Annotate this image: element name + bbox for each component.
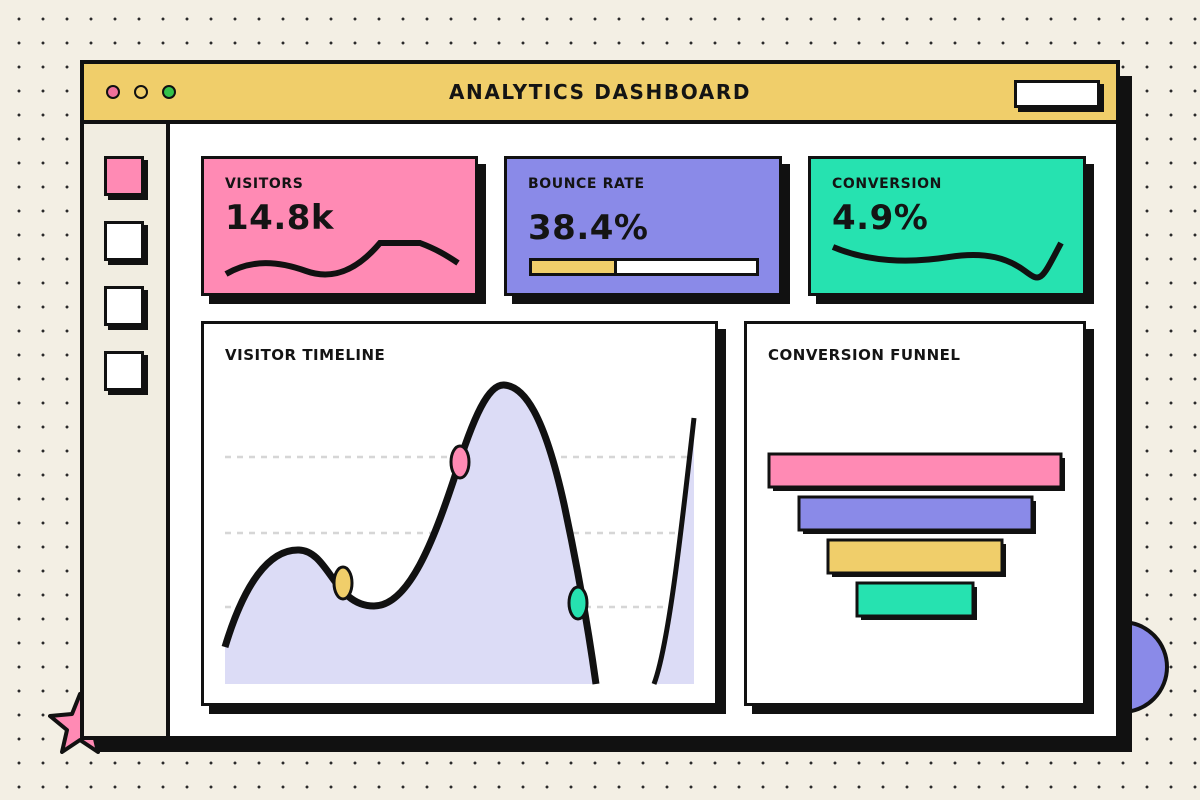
bounce-rate-progress-fill (532, 261, 618, 273)
visitors-card[interactable]: VISITORS 14.8k (201, 156, 478, 296)
sidebar-item-3[interactable] (104, 286, 144, 326)
visitors-sparkline (224, 240, 460, 278)
sidebar (84, 124, 170, 736)
title-bar: ANALYTICS DASHBOARD (84, 64, 1116, 124)
funnel-bar[interactable] (855, 581, 975, 618)
timeline-marker[interactable] (332, 565, 354, 601)
conversion-sparkline (831, 241, 1064, 281)
conversion-card[interactable]: CONVERSION 4.9% (808, 156, 1086, 296)
app-window: ANALYTICS DASHBOARD VISITORS 14.8k BOUNC… (80, 60, 1120, 740)
timeline-marker[interactable] (567, 585, 589, 621)
funnel-bar[interactable] (797, 495, 1034, 532)
funnel-bar[interactable] (767, 452, 1063, 489)
sidebar-item-2[interactable] (104, 221, 144, 261)
bounce-rate-label: BOUNCE RATE (528, 176, 645, 192)
window-title: ANALYTICS DASHBOARD (448, 80, 752, 104)
funnel-bar[interactable] (826, 538, 1004, 575)
conversion-funnel-chart (767, 452, 1065, 620)
conversion-funnel-panel: CONVERSION FUNNEL (744, 321, 1086, 706)
bounce-rate-progress (529, 258, 759, 276)
visitor-area-fill (225, 384, 694, 684)
title-search-box[interactable] (1014, 80, 1100, 108)
timeline-marker[interactable] (449, 444, 471, 480)
sidebar-item-1[interactable] (104, 156, 144, 196)
visitor-timeline-chart (221, 381, 697, 685)
visitor-timeline-panel: VISITOR TIMELINE (201, 321, 718, 706)
bounce-rate-value: 38.4% (528, 208, 649, 248)
sidebar-item-4[interactable] (104, 351, 144, 391)
bounce-rate-card[interactable]: BOUNCE RATE 38.4% (504, 156, 782, 296)
